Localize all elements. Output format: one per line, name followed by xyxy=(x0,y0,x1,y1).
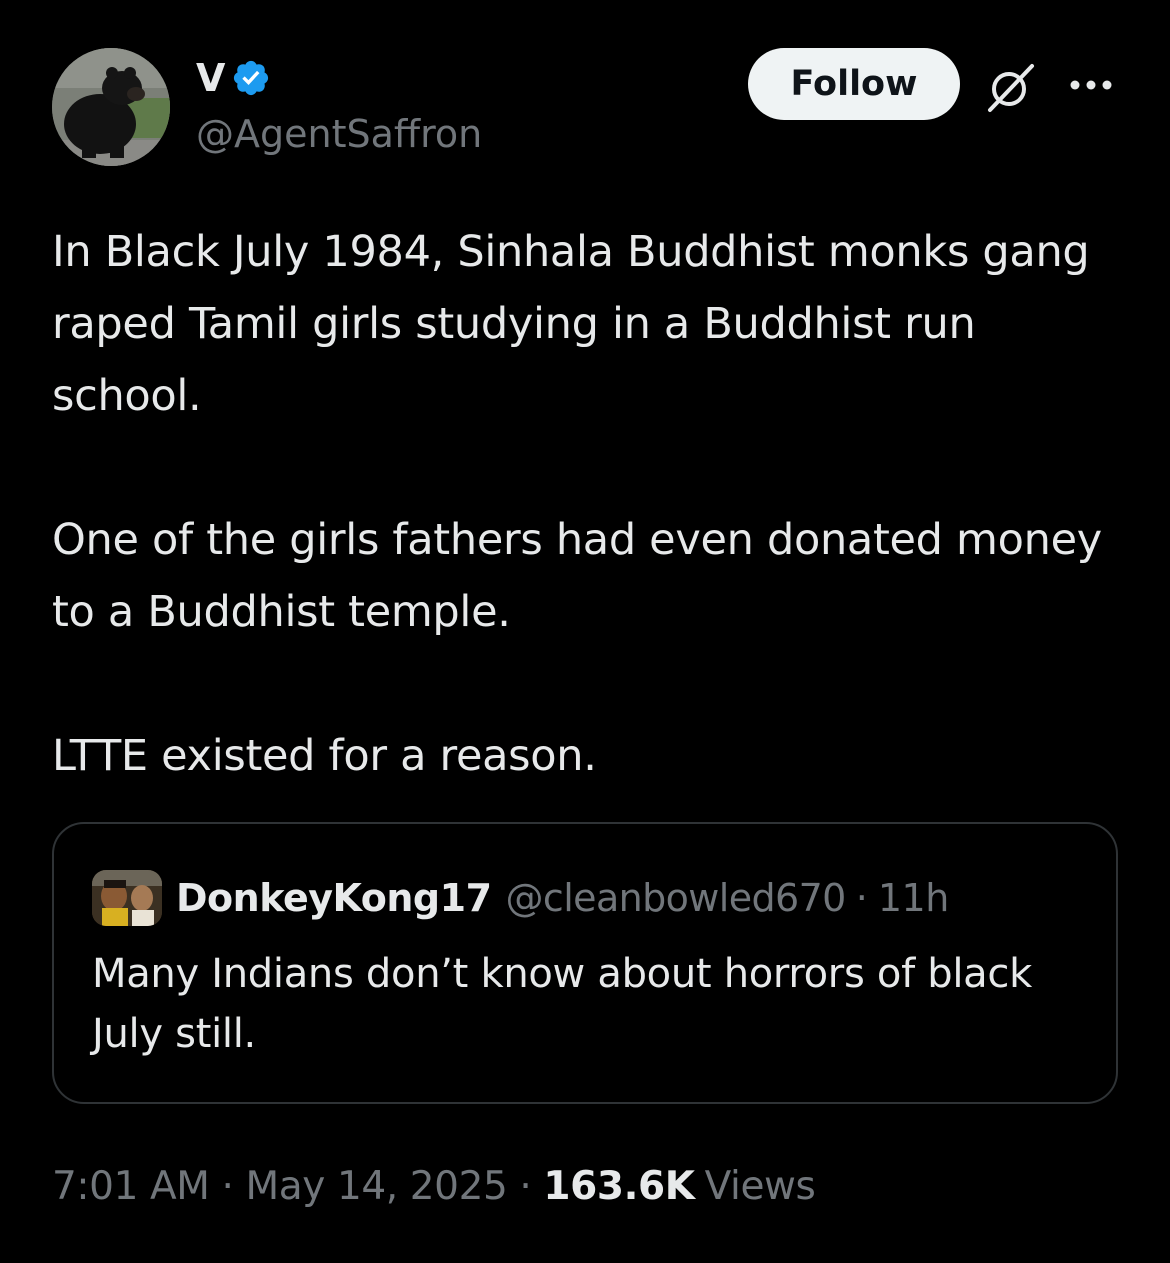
post-date[interactable]: May 14, 2025 xyxy=(246,1164,508,1209)
author-name-row[interactable]: V xyxy=(196,52,271,104)
author-display-name[interactable]: V xyxy=(196,56,225,100)
post-paragraph: LTTE existed for a reason. xyxy=(52,731,597,781)
author-avatar[interactable] xyxy=(52,48,170,166)
bear-photo xyxy=(52,48,170,166)
author-handle[interactable]: @AgentSaffron xyxy=(196,112,482,156)
quoted-post-time[interactable]: 11h xyxy=(878,876,949,920)
quoted-post-header: DonkeyKong17 @cleanbowled670 · 11h xyxy=(176,872,949,924)
quoted-post-card[interactable]: DonkeyKong17 @cleanbowled670 · 11h Many … xyxy=(52,822,1118,1104)
post-time[interactable]: 7:01 AM xyxy=(52,1164,210,1209)
post-paragraph: In Black July 1984, Sinhala Buddhist mon… xyxy=(52,227,1090,421)
follow-button[interactable]: Follow xyxy=(748,48,960,120)
quoted-post-text: Many Indians don’t know about horrors of… xyxy=(92,951,1032,1057)
post-meta: 7:01 AM · May 14, 2025 · 163.6K Views xyxy=(52,1158,816,1214)
more-options-icon[interactable] xyxy=(1068,70,1114,100)
separator-dot: · xyxy=(519,1163,532,1209)
separator-dot: · xyxy=(221,1163,234,1209)
separator-dot: · xyxy=(855,876,868,920)
post-paragraph: One of the girls fathers had even donate… xyxy=(52,515,1102,637)
grok-icon[interactable] xyxy=(984,60,1038,114)
views-label: Views xyxy=(704,1163,816,1209)
quoted-author-name[interactable]: DonkeyKong17 xyxy=(176,876,492,920)
quoted-author-handle[interactable]: @cleanbowled670 xyxy=(506,876,847,920)
verified-badge-icon[interactable] xyxy=(231,58,271,98)
views-count: 163.6K xyxy=(543,1163,695,1209)
post-text: In Black July 1984, Sinhala Buddhist mon… xyxy=(52,216,1132,792)
quoted-author-avatar[interactable] xyxy=(92,870,162,926)
